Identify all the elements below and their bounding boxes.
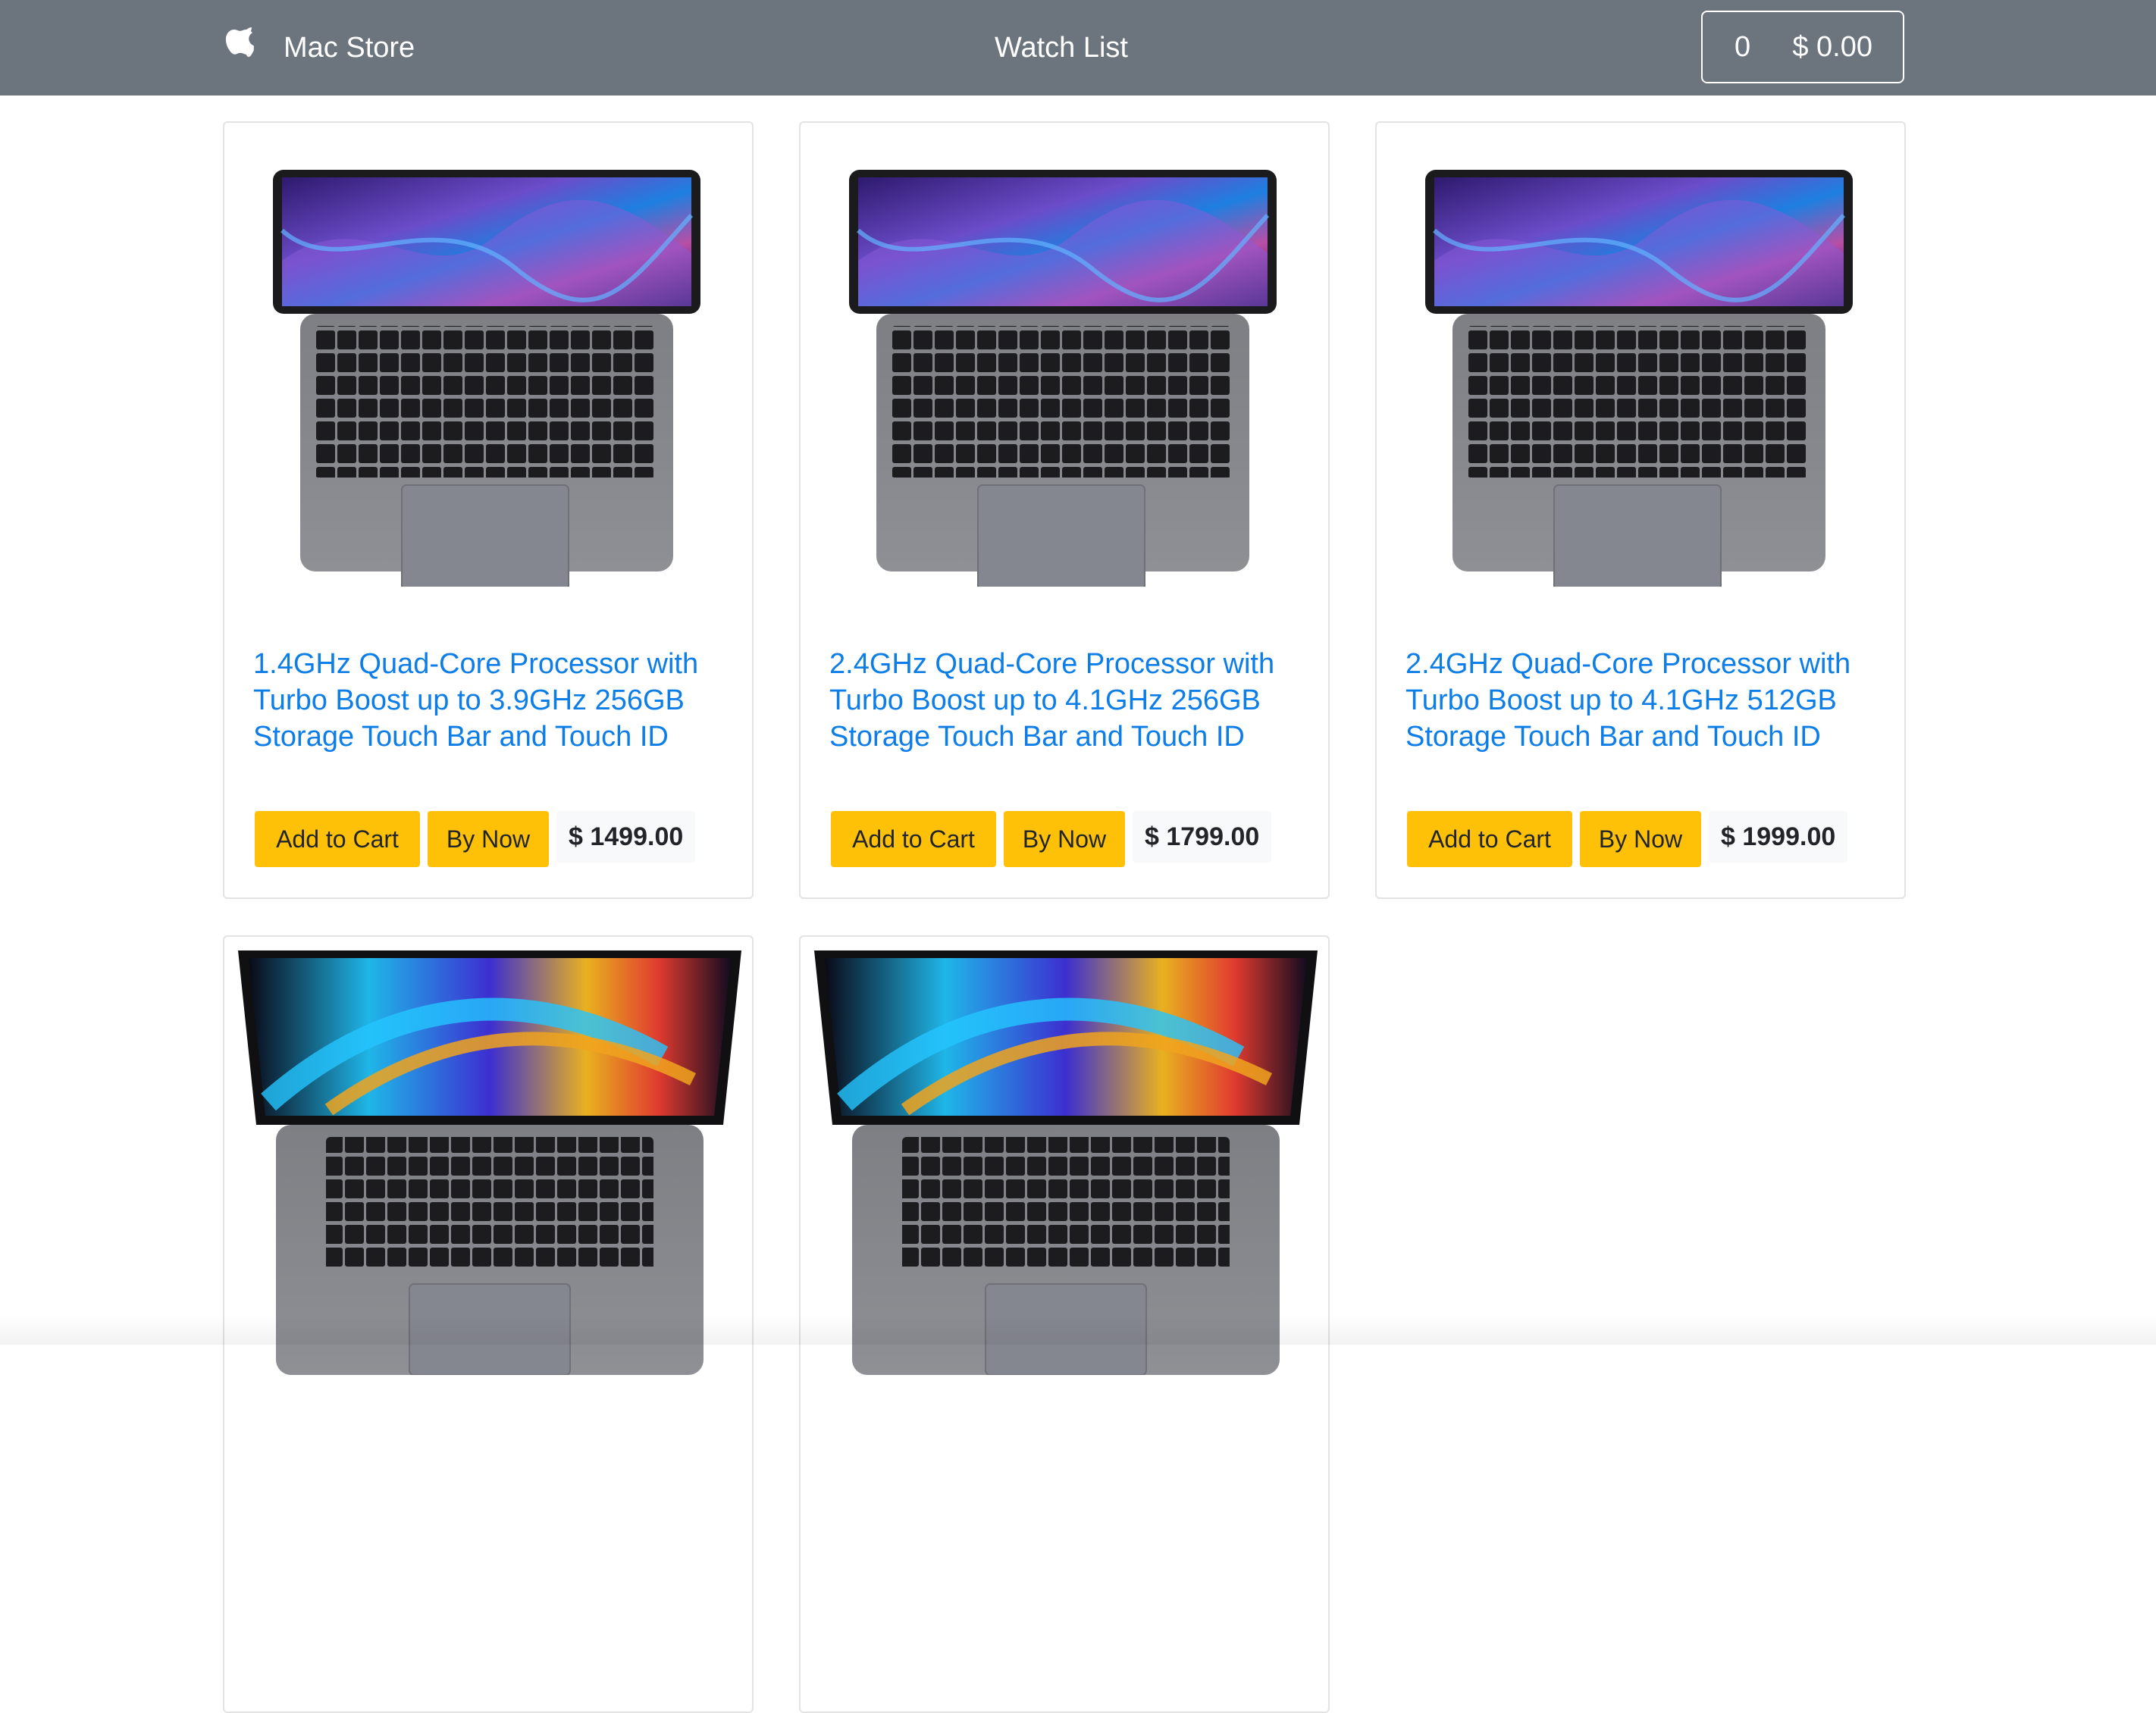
product-title-link[interactable]: 2.4GHz Quad-Core Processor with Turbo Bo… bbox=[1405, 646, 1883, 755]
add-to-cart-button[interactable]: Add to Cart bbox=[831, 811, 996, 867]
product-price: $ 1999.00 bbox=[1709, 811, 1848, 863]
add-to-cart-button[interactable]: Add to Cart bbox=[255, 811, 420, 867]
watch-list-link[interactable]: Watch List bbox=[995, 27, 1128, 68]
product-price: $ 1499.00 bbox=[556, 811, 696, 863]
macbook-pro-13-icon bbox=[273, 170, 700, 587]
product-title-link[interactable]: 1.4GHz Quad-Core Processor with Turbo Bo… bbox=[253, 646, 731, 755]
product-card: 2.4GHz Quad-Core Processor with Turbo Bo… bbox=[1375, 121, 1906, 899]
cart-count: 0 bbox=[1735, 31, 1751, 63]
brand-link[interactable]: Mac Store bbox=[224, 24, 415, 71]
macbook-pro-13-icon bbox=[849, 170, 1277, 587]
macbook-pro-13-icon bbox=[1425, 170, 1853, 587]
product-card: 1.4GHz Quad-Core Processor with Turbo Bo… bbox=[223, 121, 754, 899]
apple-logo-icon bbox=[225, 27, 254, 58]
product-price: $ 1799.00 bbox=[1133, 811, 1272, 863]
cart-total: $ 0.00 bbox=[1792, 31, 1872, 63]
macbook-pro-16-icon bbox=[814, 950, 1318, 1375]
product-card: 2.4GHz Quad-Core Processor with Turbo Bo… bbox=[799, 121, 1330, 899]
buy-now-button[interactable]: By Now bbox=[1580, 811, 1701, 867]
buy-now-button[interactable]: By Now bbox=[1004, 811, 1125, 867]
buy-now-button[interactable]: By Now bbox=[428, 811, 549, 867]
macbook-pro-16-icon bbox=[238, 950, 741, 1375]
scroll-shadow bbox=[0, 1314, 2156, 1345]
brand-label: Mac Store bbox=[284, 32, 415, 64]
cart-button[interactable]: 0 $ 0.00 bbox=[1701, 11, 1904, 83]
add-to-cart-button[interactable]: Add to Cart bbox=[1407, 811, 1572, 867]
product-title-link[interactable]: 2.4GHz Quad-Core Processor with Turbo Bo… bbox=[829, 646, 1307, 755]
navbar: Mac Store Watch List 0 $ 0.00 bbox=[0, 0, 2156, 96]
